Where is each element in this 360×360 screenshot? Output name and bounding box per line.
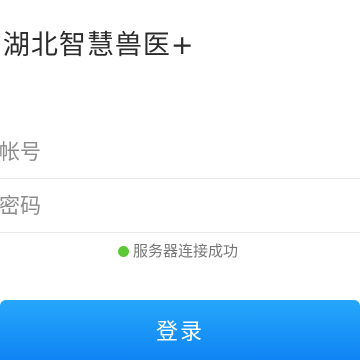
login-screen: •湖北智慧兽医+ 服务器连接成功 登录 — [0, 0, 360, 360]
password-field-row — [0, 180, 360, 233]
account-field-row — [0, 126, 360, 179]
login-button[interactable]: 登录 — [0, 300, 360, 360]
status-text: 服务器连接成功 — [133, 242, 239, 260]
server-status: 服务器连接成功 — [118, 240, 238, 262]
app-title: •湖北智慧兽医+ — [0, 30, 195, 61]
password-input[interactable] — [0, 180, 360, 232]
status-dot-icon — [118, 245, 129, 257]
account-input[interactable] — [0, 126, 360, 178]
